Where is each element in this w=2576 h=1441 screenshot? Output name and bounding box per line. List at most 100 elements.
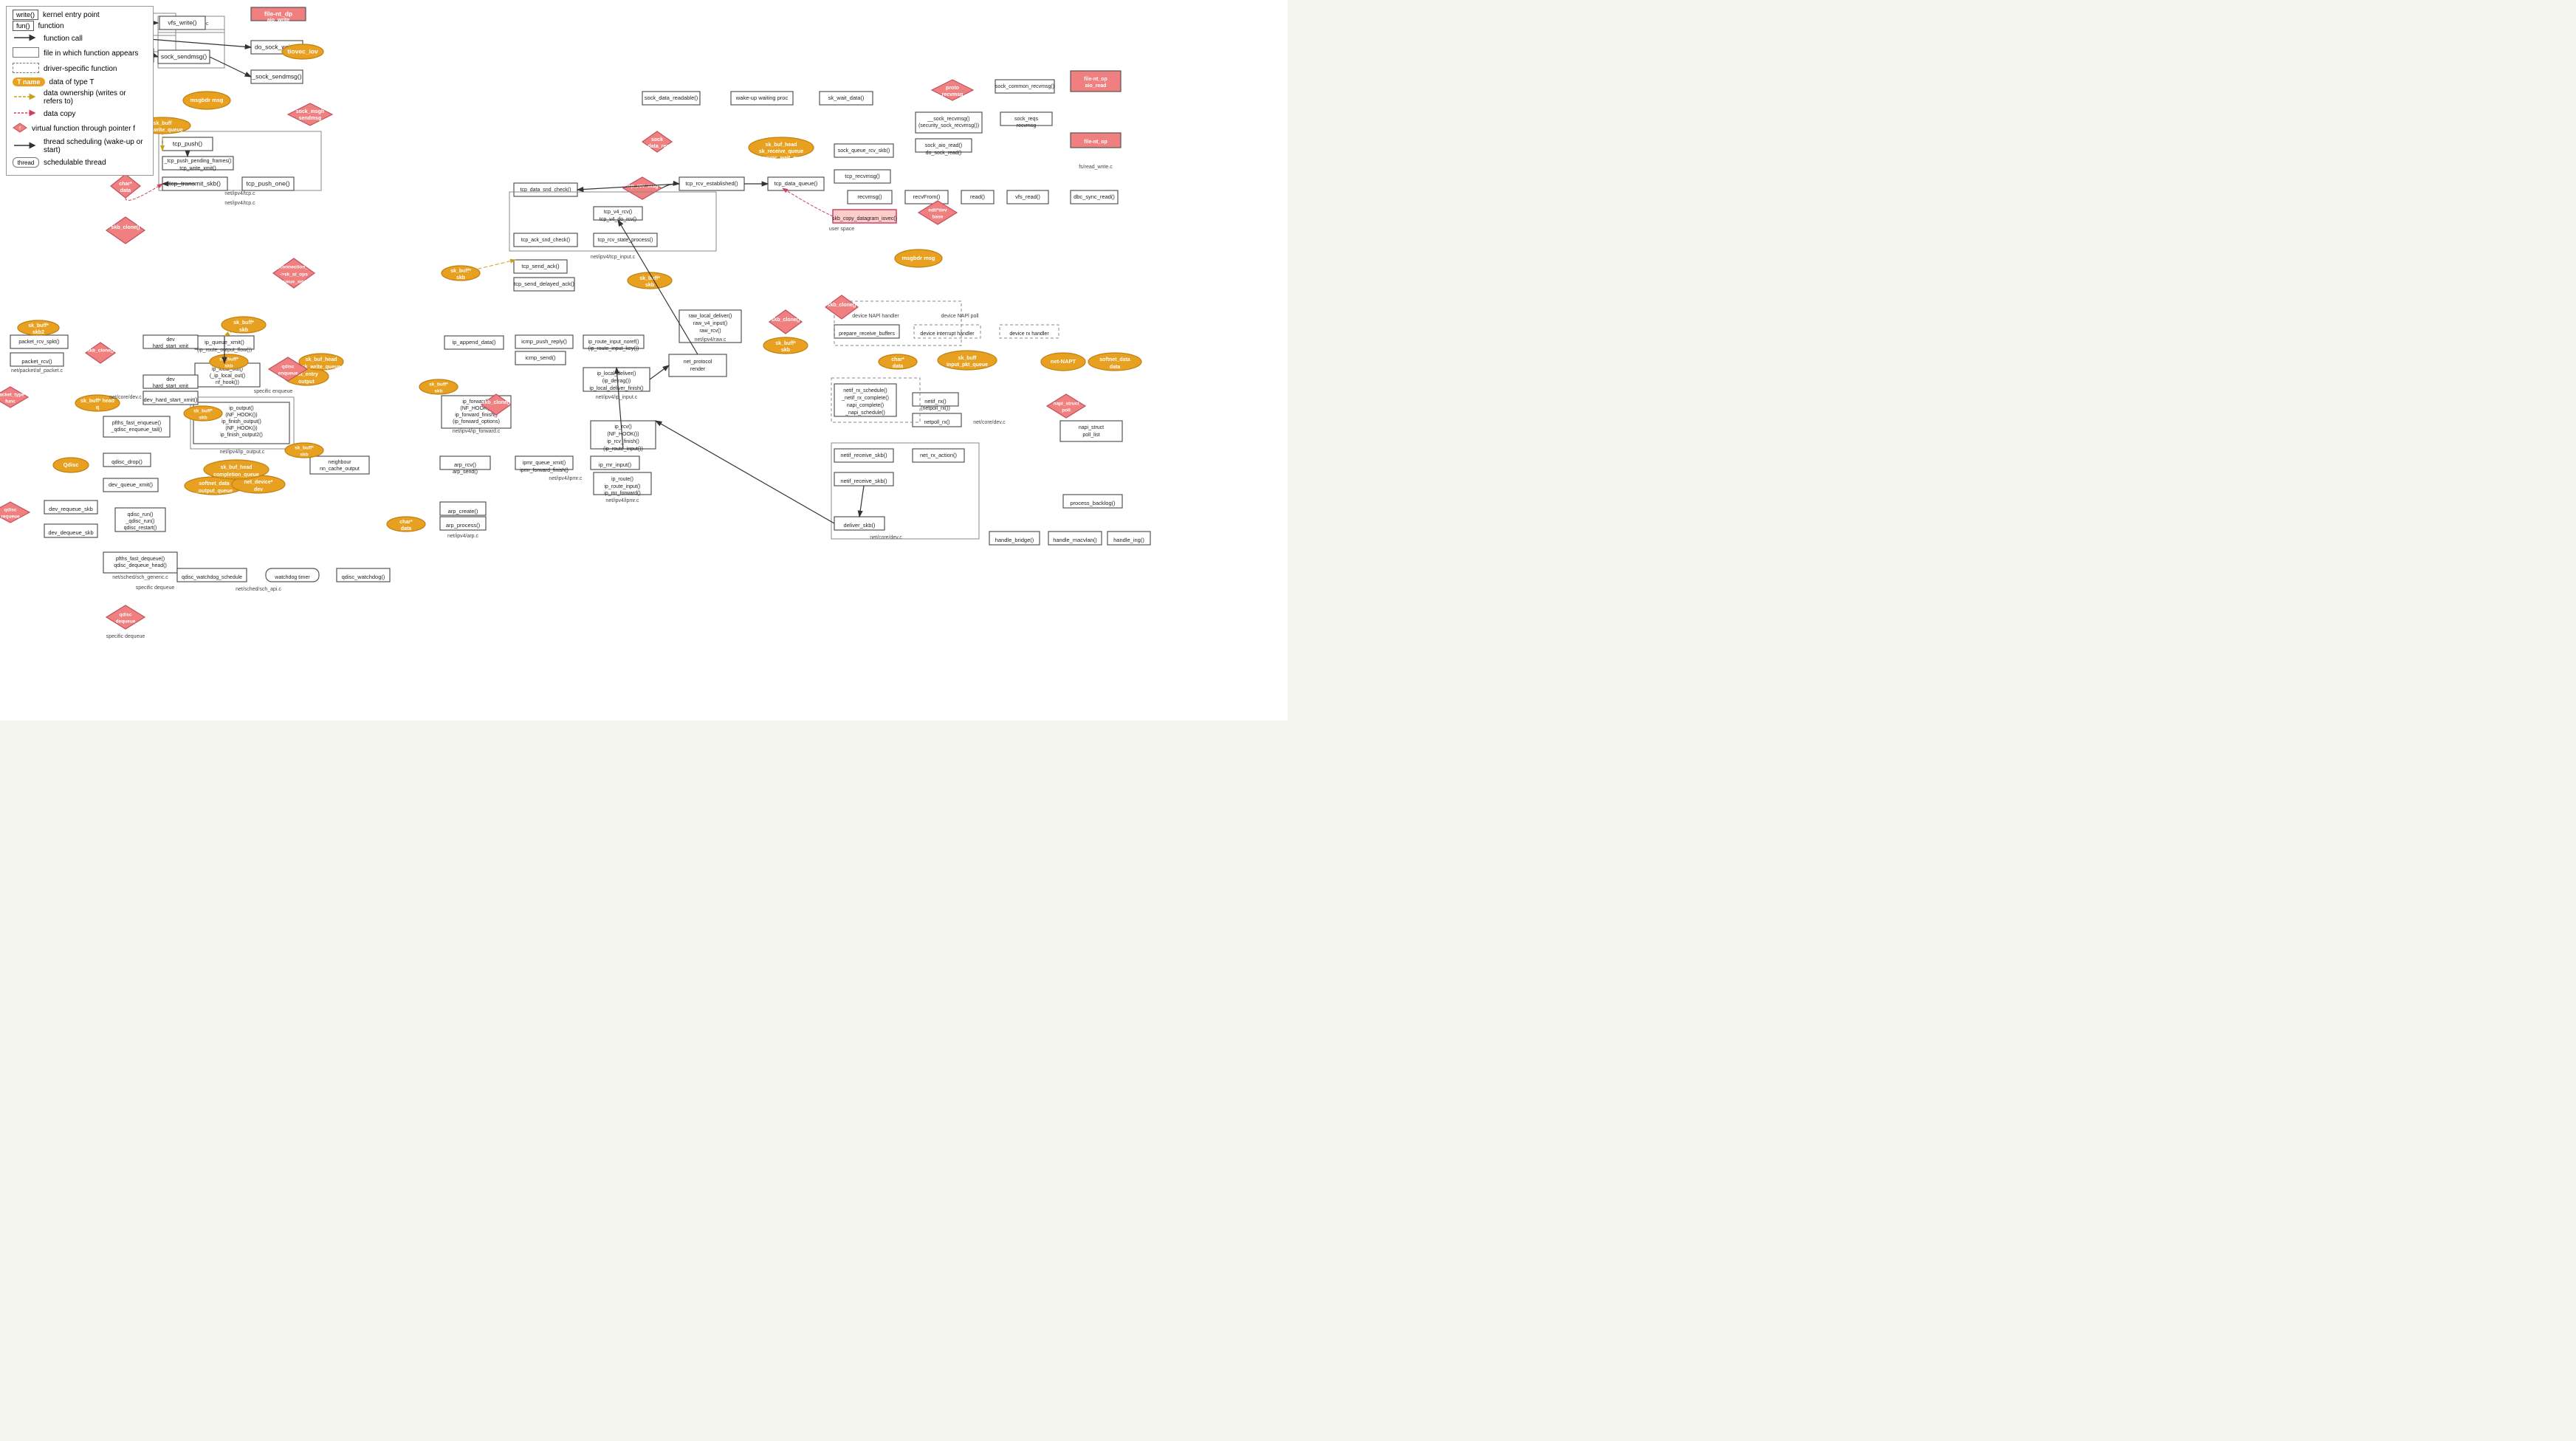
legend-item-ownership: data ownership (writes or refers to)	[13, 89, 147, 106]
svg-text:net/ipv4/ip_input.c: net/ipv4/ip_input.c	[596, 395, 638, 400]
svg-text:specific enqueue: specific enqueue	[254, 389, 293, 394]
svg-text:arp_process(): arp_process()	[446, 522, 481, 529]
legend-item-data: T name data of type T	[13, 78, 147, 86]
svg-text:dev_dequeue_skb: dev_dequeue_skb	[48, 529, 93, 536]
svg-text:do_sock_read(): do_sock_read()	[926, 151, 962, 156]
svg-text:net/core/dev.c: net/core/dev.c	[870, 535, 902, 540]
svg-text:skb_copy_datagram_iovec(): skb_copy_datagram_iovec()	[832, 216, 897, 221]
svg-text:arp_send(): arp_send()	[453, 470, 478, 475]
svg-text:ip_mr_forward(): ip_mr_forward()	[604, 491, 640, 496]
svg-text:file-nt_op: file-nt_op	[1084, 77, 1107, 82]
legend-vfunc-label: virtual function through pointer f	[32, 125, 135, 133]
legend-data-symbol: T name	[13, 78, 45, 86]
legend-function-label: function	[38, 22, 64, 30]
svg-text:wake-up waiting proc: wake-up waiting proc	[735, 94, 789, 101]
ownership-arrow-icon	[13, 92, 39, 101]
svg-text:_qdisc_enqueue_tail(): _qdisc_enqueue_tail()	[111, 427, 162, 433]
svg-text:pfths_fast_dequeue(): pfths_fast_dequeue()	[116, 557, 165, 562]
svg-text:net/ipv4/tcp_input.c: net/ipv4/tcp_input.c	[591, 255, 636, 260]
svg-text:tcp_write_xmit(): tcp_write_xmit()	[179, 166, 216, 171]
svg-text:device rx handler: device rx handler	[1009, 331, 1049, 337]
svg-text:sock_common_recvmsg(): sock_common_recvmsg()	[995, 84, 1054, 89]
thread-arrow-icon	[13, 141, 39, 150]
svg-text:ip_finish_output2(): ip_finish_output2()	[220, 433, 263, 438]
svg-text:device NAPl handler: device NAPl handler	[852, 314, 899, 319]
svg-text:tcp_transmit_skb(): tcp_transmit_skb()	[169, 179, 221, 187]
svg-text:read(): read()	[970, 193, 986, 200]
legend-driver-label: driver-specific function	[44, 65, 117, 73]
svg-text:skb: skb	[456, 275, 465, 281]
svg-text:data: data	[120, 188, 131, 193]
svg-text:packet_type: packet_type	[0, 393, 24, 398]
svg-text:netif_receive_skb(): netif_receive_skb()	[840, 452, 887, 458]
legend-item-driver: driver-specific function	[13, 63, 147, 75]
svg-text:sk_buff*: sk_buff*	[28, 323, 49, 329]
svg-text:ip_append_data(): ip_append_data()	[453, 339, 496, 345]
svg-text:net/core/dev.c: net/core/dev.c	[973, 420, 1006, 425]
svg-text:sk_buff*: sk_buff*	[233, 320, 254, 326]
svg-text:skb_clone(): skb_clone()	[111, 225, 140, 230]
svg-text:completion_queue: completion_queue	[213, 472, 259, 478]
svg-text:tiovec_iov: tiovec_iov	[287, 47, 318, 55]
svg-text:napi_struct: napi_struct	[1079, 425, 1104, 430]
svg-text:nf_hook()): nf_hook())	[216, 380, 239, 385]
svg-text:sk_receive_queue: sk_receive_queue	[759, 149, 803, 154]
svg-text:specific dequeue: specific dequeue	[106, 634, 145, 639]
svg-text:net/ipv4/arp.c: net/ipv4/arp.c	[447, 534, 479, 539]
svg-text:netif_receive_skb(): netif_receive_skb()	[840, 478, 887, 484]
legend-kernel-label: kernel entry point	[43, 11, 100, 19]
svg-text:handle_bridge(): handle_bridge()	[995, 537, 1034, 543]
svg-text:tcp_push(): tcp_push()	[173, 140, 202, 147]
svg-text:aio_write: aio_write	[267, 18, 289, 23]
svg-text:prepare_receive_buffers: prepare_receive_buffers	[839, 331, 895, 337]
svg-text:dev_queue_xmit(): dev_queue_xmit()	[109, 481, 154, 488]
svg-text:data: data	[893, 364, 904, 369]
svg-text:skb2: skb2	[32, 330, 44, 335]
svg-text:data: data	[1110, 365, 1121, 370]
svg-text:_netif_rx_complete(): _netif_rx_complete()	[841, 396, 889, 401]
svg-text:base: base	[932, 215, 944, 220]
svg-text:icmp_send(): icmp_send()	[525, 354, 556, 361]
svg-text:qdisc_drop(): qdisc_drop()	[111, 458, 142, 465]
svg-text:render: render	[690, 367, 706, 372]
svg-text:softnet_data: softnet_data	[199, 481, 230, 486]
svg-text:sk_async_wait_queue: sk_async_wait_queue	[754, 156, 808, 161]
svg-text:edit*dev: edit*dev	[928, 208, 947, 213]
svg-text:ipmr_forward_finish(): ipmr_forward_finish()	[520, 468, 569, 473]
svg-text:recvFrom(): recvFrom()	[913, 193, 941, 200]
legend-panel: write() kernel entry point fun() functio…	[6, 6, 154, 176]
vfunc-diamond-icon: f	[13, 123, 27, 133]
svg-text:data: data	[401, 526, 412, 532]
svg-text:skb_clone(): skb_clone()	[772, 317, 800, 323]
svg-text:hard_start_xmit: hard_start_xmit	[153, 384, 188, 389]
svg-text:func: func	[5, 399, 16, 405]
diagram-container: write() kernel entry point fun() functio…	[0, 0, 1288, 720]
svg-text:recvmsg: recvmsg	[942, 92, 964, 97]
svg-text:(security_sock_recvmsg()): (security_sock_recvmsg())	[918, 123, 979, 128]
svg-text:process_backlog(): process_backlog()	[1070, 500, 1116, 506]
svg-text:sk_wait_data(): sk_wait_data()	[828, 94, 865, 101]
svg-text:sk_buff*: sk_buff*	[219, 357, 238, 362]
svg-text:sk_buf_head: sk_buf_head	[306, 357, 337, 362]
svg-text:specific dequeue: specific dequeue	[136, 585, 175, 591]
svg-text:output: output	[298, 379, 315, 385]
svg-text:sk_data_ready: sk_data_ready	[639, 144, 676, 149]
svg-text:sock_queue_rcv_skb(): sock_queue_rcv_skb()	[838, 148, 890, 154]
svg-text:(_ip_local_out(): (_ip_local_out()	[210, 374, 245, 379]
legend-item-vfunc: f virtual function through pointer f	[13, 123, 147, 135]
svg-text:user space: user space	[829, 227, 854, 232]
svg-text:net/core/dev.c: net/core/dev.c	[109, 395, 142, 400]
svg-text:sk_buff*: sk_buff*	[639, 276, 660, 281]
svg-text:_tcp_push_pending_frames(): _tcp_push_pending_frames()	[163, 159, 231, 164]
svg-text:watchdog timer: watchdog timer	[274, 575, 310, 580]
svg-text:icmp_push_reply(): icmp_push_reply()	[521, 338, 567, 345]
svg-text:ip_finish_output(): ip_finish_output()	[221, 419, 261, 424]
svg-text:vfs_read(): vfs_read()	[1015, 193, 1040, 200]
svg-text:handle_macvlan(): handle_macvlan()	[1053, 537, 1097, 543]
svg-text:qdisc_dequeue_head(): qdisc_dequeue_head()	[114, 563, 167, 568]
svg-text:sk_buff*: sk_buff*	[295, 446, 314, 451]
svg-text:skb: skb	[300, 453, 308, 458]
svg-text:_qdisc_run(): _qdisc_run()	[126, 519, 155, 524]
svg-text:tcp_push_one(): tcp_push_one()	[246, 179, 289, 187]
svg-text:sendmsg: sendmsg	[299, 116, 322, 121]
